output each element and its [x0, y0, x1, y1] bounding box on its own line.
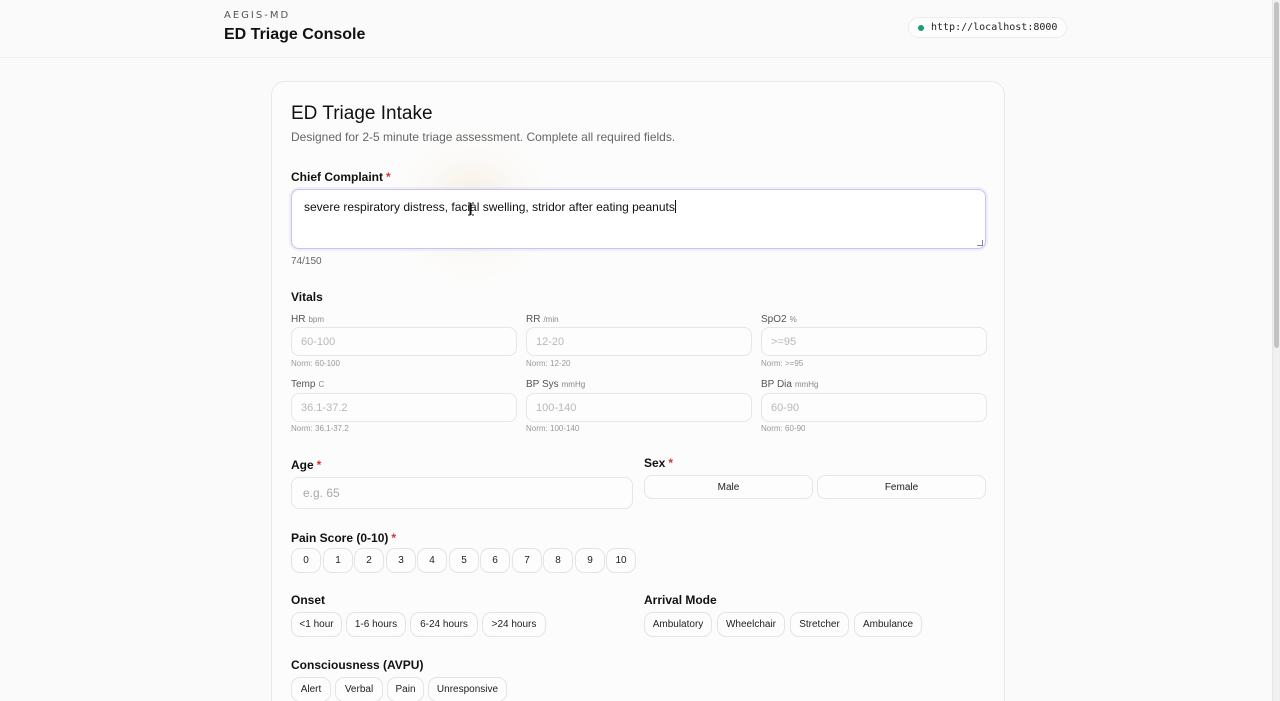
spo2-unit: % [789, 315, 797, 324]
app-title: ED Triage Console [224, 26, 366, 43]
sex-label-text: Sex [644, 456, 666, 470]
rr-unit: /min [543, 315, 559, 324]
onset-lt-1-hour[interactable]: <1 hour [291, 612, 342, 637]
form-title: ED Triage Intake [291, 103, 433, 124]
chief-complaint-textarea[interactable]: severe respiratory distress, facial swel… [291, 189, 986, 249]
ibeam-cursor-icon [468, 202, 474, 216]
onset-6-24-hours[interactable]: 6-24 hours [410, 612, 478, 637]
pain-score-label-text: Pain Score (0-10) [291, 531, 389, 545]
avpu-unresponsive[interactable]: Unresponsive [428, 677, 507, 701]
pain-score-label: Pain Score (0-10) * [291, 531, 396, 545]
arrival-ambulatory[interactable]: Ambulatory [644, 612, 712, 637]
age-label-text: Age [291, 458, 314, 472]
sex-female-button[interactable]: Female [817, 475, 986, 499]
bp-sys-norm: Norm: 100-140 [526, 424, 580, 433]
page-scrollbar[interactable] [1272, 0, 1280, 701]
pain-score-1[interactable]: 1 [323, 548, 353, 573]
required-marker: * [316, 458, 322, 472]
rr-input[interactable]: 12-20 [526, 327, 752, 356]
arrival-ambulance[interactable]: Ambulance [854, 612, 922, 637]
spo2-input[interactable]: >=95 [761, 327, 987, 356]
pain-score-7[interactable]: 7 [512, 548, 542, 573]
server-status-badge: http://localhost:8000 [908, 17, 1068, 38]
hr-label-text: HR [291, 314, 306, 325]
hr-unit: bpm [308, 315, 325, 324]
pain-score-9[interactable]: 9 [575, 548, 605, 573]
vitals-label: Vitals [291, 290, 323, 304]
hr-label: HR bpm [291, 314, 324, 325]
chief-complaint-value: severe respiratory distress, facial swel… [304, 200, 675, 214]
chief-complaint-label: Chief Complaint * [291, 170, 391, 184]
pain-score-2[interactable]: 2 [354, 548, 384, 573]
status-dot-icon [918, 24, 924, 31]
onset-gt-24-hours[interactable]: >24 hours [482, 612, 546, 637]
pain-score-5[interactable]: 5 [449, 548, 479, 573]
sex-male-button[interactable]: Male [644, 475, 813, 499]
pain-score-3[interactable]: 3 [386, 548, 416, 573]
rr-label-text: RR [526, 314, 541, 325]
brand-name: AEGIS-MD [224, 10, 291, 21]
server-url: http://localhost:8000 [931, 22, 1058, 33]
avpu-alert[interactable]: Alert [291, 677, 331, 701]
age-label: Age * [291, 458, 321, 472]
avpu-verbal[interactable]: Verbal [335, 677, 383, 701]
spo2-label-text: SpO2 [761, 314, 787, 325]
triage-intake-card: ED Triage Intake Designed for 2-5 minute… [271, 81, 1005, 701]
bp-dia-norm: Norm: 60-90 [761, 424, 806, 433]
sex-label: Sex * [644, 456, 673, 470]
text-caret [674, 200, 676, 213]
character-count: 74/150 [291, 256, 322, 267]
bp-dia-label-text: BP Dia [761, 379, 792, 390]
arrival-stretcher[interactable]: Stretcher [790, 612, 849, 637]
arrival-mode-label: Arrival Mode [644, 593, 717, 607]
avpu-pain[interactable]: Pain [387, 677, 424, 701]
pain-score-10[interactable]: 10 [606, 548, 636, 573]
app-header: AEGIS-MD ED Triage Console http://localh… [0, 0, 1272, 58]
spo2-label: SpO2% [761, 314, 797, 325]
bp-sys-unit: mmHg [561, 380, 586, 389]
temp-label-text: Temp [291, 379, 316, 390]
chief-complaint-label-text: Chief Complaint [291, 170, 383, 184]
pain-score-0[interactable]: 0 [291, 548, 321, 573]
pain-score-6[interactable]: 6 [480, 548, 510, 573]
bp-dia-label: BP Dia mmHg [761, 379, 819, 390]
bp-sys-label: BP Sys mmHg [526, 379, 585, 390]
rr-norm: Norm: 12-20 [526, 359, 571, 368]
age-input[interactable]: e.g. 65 [291, 477, 633, 509]
pain-score-4[interactable]: 4 [417, 548, 447, 573]
temp-norm: Norm: 36.1-37.2 [291, 424, 349, 433]
spo2-norm: Norm: >=95 [761, 359, 804, 368]
scrollbar-thumb[interactable] [1274, 2, 1279, 348]
onset-1-6-hours[interactable]: 1-6 hours [346, 612, 406, 637]
consciousness-label: Consciousness (AVPU) [291, 658, 424, 672]
temp-input[interactable]: 36.1-37.2 [291, 393, 517, 422]
pain-score-8[interactable]: 8 [543, 548, 573, 573]
rr-label: RR/min [526, 314, 559, 325]
bp-dia-input[interactable]: 60-90 [761, 393, 987, 422]
onset-label: Onset [291, 593, 326, 607]
required-marker: * [391, 531, 397, 545]
temp-unit: C [318, 380, 325, 389]
hr-input[interactable]: 60-100 [291, 327, 517, 356]
bp-dia-unit: mmHg [794, 380, 819, 389]
arrival-wheelchair[interactable]: Wheelchair [717, 612, 785, 637]
temp-label: Temp C [291, 379, 324, 390]
resize-handle[interactable] [977, 240, 983, 246]
bp-sys-label-text: BP Sys [526, 379, 559, 390]
bp-sys-input[interactable]: 100-140 [526, 393, 752, 422]
required-marker: * [386, 170, 391, 184]
hr-norm: Norm: 60-100 [291, 359, 340, 368]
required-marker: * [668, 456, 674, 470]
form-subtitle: Designed for 2-5 minute triage assessmen… [291, 130, 676, 144]
